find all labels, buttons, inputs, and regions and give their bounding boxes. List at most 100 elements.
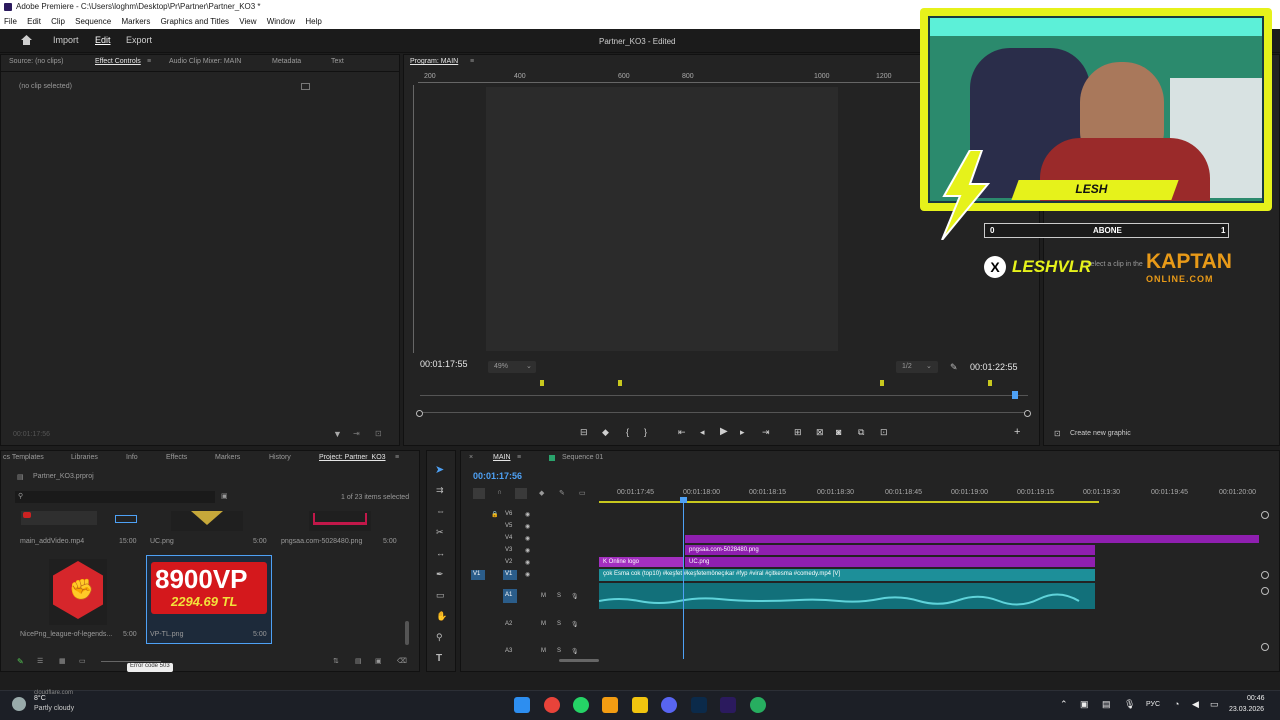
trash-icon[interactable]: ⌫	[397, 657, 407, 665]
automate-icon[interactable]: ▤	[355, 657, 362, 665]
menu-sequence[interactable]: Sequence	[75, 17, 111, 26]
selected-item-vp[interactable]: 8900VP 2294.69 TL VP-TL.png 5:00	[146, 555, 272, 644]
work-area-bar[interactable]	[599, 501, 1099, 503]
mic-icon[interactable]: 🎙	[571, 593, 579, 600]
tab-source[interactable]: Source: (no clips)	[9, 58, 63, 65]
mark-out-icon[interactable]: }	[644, 427, 647, 437]
menu-help[interactable]: Help	[305, 17, 321, 26]
chrome-icon[interactable]	[544, 697, 560, 713]
eye-icon[interactable]: ◉	[525, 547, 530, 554]
nav-edit[interactable]: Edit	[95, 35, 111, 45]
tab-text[interactable]: Text	[331, 58, 344, 65]
zoom-handle-left[interactable]	[416, 410, 423, 417]
photoshop-icon[interactable]	[691, 697, 707, 713]
marker[interactable]	[988, 380, 992, 386]
extract-icon[interactable]: ⊠	[816, 427, 824, 438]
wrench-icon[interactable]: ✎	[950, 362, 958, 373]
playhead[interactable]	[1012, 391, 1018, 399]
mic-icon[interactable]: 🎙	[571, 648, 579, 655]
tray-app-icon[interactable]: ▣	[1080, 699, 1089, 710]
home-icon[interactable]	[21, 35, 32, 45]
solo-label[interactable]: S	[557, 648, 561, 654]
tab-templates[interactable]: cs Templates	[3, 454, 44, 461]
slip-icon[interactable]: ↔	[436, 548, 445, 558]
zoom-slider[interactable]	[101, 661, 161, 662]
mic-tray-icon[interactable]: 🎙	[1124, 699, 1135, 710]
scrollbar[interactable]	[405, 621, 409, 645]
scroll-handle[interactable]	[1261, 643, 1269, 651]
thumb-league[interactable]: ✊	[49, 559, 107, 625]
list-view-icon[interactable]: ☰	[37, 657, 43, 665]
wifi-icon[interactable]: ◔	[1174, 699, 1179, 709]
search-input[interactable]: ⚲	[15, 491, 215, 503]
linked-selection-icon[interactable]	[515, 488, 527, 499]
eye-icon[interactable]: ◉	[525, 535, 530, 542]
tab-libraries[interactable]: Libraries	[71, 454, 98, 461]
clip-a1-audio[interactable]	[599, 583, 1095, 609]
timeline-menu-icon[interactable]: ≡	[517, 454, 521, 461]
volume-icon[interactable]: ◀	[1192, 699, 1199, 710]
create-new-graphic[interactable]: Create new graphic	[1070, 430, 1131, 437]
v1-source-patch[interactable]: V1	[471, 570, 485, 580]
export-icon[interactable]: ⇥	[353, 429, 360, 438]
settings-icon[interactable]: ⊡	[375, 429, 382, 438]
rectangle-icon[interactable]: ▭	[436, 590, 445, 601]
step-back-icon[interactable]: ◂	[700, 427, 705, 438]
menu-markers[interactable]: Markers	[121, 17, 150, 26]
clip-v2-uc[interactable]: UC.png	[685, 557, 1095, 567]
clock-date[interactable]: 23.03.2026	[1229, 706, 1264, 713]
tab-effect-controls[interactable]: Effect Controls	[95, 58, 141, 65]
thumb-uc[interactable]	[171, 511, 243, 531]
project-menu-icon[interactable]: ≡	[395, 454, 399, 461]
close-tab-icon[interactable]: ×	[469, 454, 473, 461]
insert-nest-icon[interactable]	[473, 488, 485, 499]
track-v1[interactable]: V1	[503, 570, 517, 580]
discord-icon[interactable]	[661, 697, 677, 713]
menu-file[interactable]: File	[4, 17, 17, 26]
weather-icon[interactable]	[12, 697, 26, 711]
zoom-bar[interactable]	[418, 412, 1028, 416]
menu-icon[interactable]: ≡	[147, 58, 151, 65]
scroll-handle[interactable]	[1261, 571, 1269, 579]
solo-label[interactable]: S	[557, 593, 561, 599]
razor-icon[interactable]: ✂	[436, 527, 444, 538]
scroll-handle[interactable]	[1261, 587, 1269, 595]
tab-audio-mixer[interactable]: Audio Clip Mixer: MAIN	[169, 58, 241, 65]
tab-effects[interactable]: Effects	[166, 454, 187, 461]
menu-clip[interactable]: Clip	[51, 17, 65, 26]
eye-icon[interactable]: ◉	[525, 559, 530, 566]
chrome-alt-icon[interactable]	[750, 697, 766, 713]
selection-tool-icon[interactable]: ➤	[435, 463, 444, 476]
marker[interactable]	[540, 380, 544, 386]
clip-v4-bar[interactable]	[685, 535, 1259, 543]
step-forward-icon[interactable]: ▸	[740, 427, 745, 438]
program-menu-icon[interactable]: ≡	[470, 58, 474, 65]
premiere-icon[interactable]	[720, 697, 736, 713]
sort-icon[interactable]: ⇅	[333, 657, 339, 665]
clip-v2-logo[interactable]: K Online logo	[599, 557, 683, 567]
tab-history[interactable]: History	[269, 454, 291, 461]
vr-icon[interactable]: ⊡	[880, 427, 888, 438]
horizontal-scrollbar[interactable]	[559, 659, 599, 662]
freeform-icon[interactable]: ▭	[79, 657, 86, 665]
icon-view-icon[interactable]: ▦	[59, 657, 66, 665]
hand-icon[interactable]: ✋	[436, 611, 447, 622]
windows-start-icon[interactable]	[514, 697, 530, 713]
clock-time[interactable]: 00:46	[1247, 695, 1265, 702]
track-select-icon[interactable]: ⇉	[436, 485, 444, 496]
captions-icon[interactable]: ▭	[579, 489, 586, 497]
mic-icon[interactable]: 🎙	[571, 621, 579, 628]
add-button-icon[interactable]: +	[1014, 426, 1020, 438]
eye-icon[interactable]: ◉	[525, 511, 530, 518]
resolution-select[interactable]: 1/2 ⌄	[896, 361, 938, 373]
add-marker-icon[interactable]: ⊟	[580, 427, 588, 438]
settings-wrench-icon[interactable]: ✎	[559, 489, 565, 497]
menu-edit[interactable]: Edit	[27, 17, 41, 26]
scroll-handle[interactable]	[1261, 511, 1269, 519]
tab-metadata[interactable]: Metadata	[272, 58, 301, 65]
lock-icon[interactable]: 🔒	[491, 511, 498, 518]
mute-label[interactable]: M	[541, 593, 546, 599]
solo-label[interactable]: S	[557, 621, 561, 627]
nav-import[interactable]: Import	[53, 35, 79, 45]
tray-app-icon[interactable]: ▤	[1102, 699, 1111, 710]
